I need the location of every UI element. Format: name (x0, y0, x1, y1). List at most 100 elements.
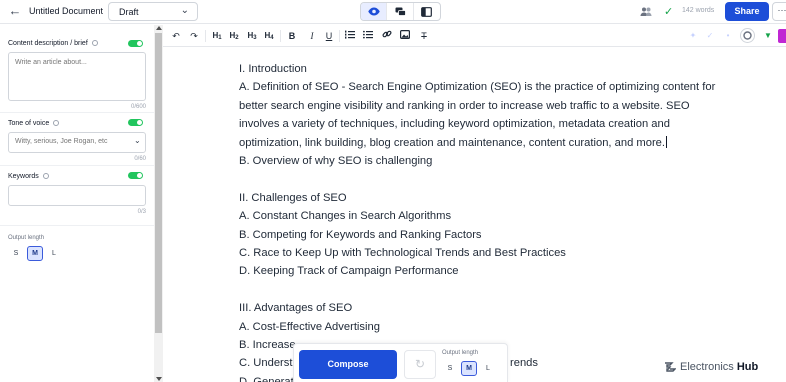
editor-line (239, 170, 719, 188)
text-cursor (666, 135, 668, 148)
tone-count: 0/60 (134, 156, 146, 162)
watermark-text: Electronics Hub (680, 361, 758, 373)
tone-input[interactable] (8, 132, 146, 153)
underline-button[interactable]: U (322, 29, 336, 43)
shield-icon[interactable]: ▼ (761, 29, 775, 43)
content-brief-input[interactable] (8, 52, 146, 101)
image-icon (400, 30, 411, 40)
link-icon (382, 30, 392, 38)
keywords-label: Keywords (8, 173, 49, 180)
grammar-icon (743, 31, 752, 40)
editor-line: A. Constant Changes in Search Algorithms (239, 210, 452, 223)
more-options-button[interactable]: ··· (772, 2, 786, 21)
dot-icon[interactable]: • (721, 29, 735, 43)
compose-panel: Compose ↻ Output length S M L (293, 343, 508, 382)
panel-scrollbar[interactable] (154, 25, 163, 382)
watermark: Electronics Hub (664, 359, 758, 375)
link-button[interactable] (380, 29, 394, 43)
tone-label-text: Tone of voice (8, 120, 50, 127)
watermark-brand-b: Hub (736, 361, 759, 373)
chevron-down-icon: ⌄ (180, 5, 189, 16)
editor-line: A. Cost-Effective Advertising (239, 320, 380, 333)
editor-content[interactable]: I. Introduction A. Definition of SEO - S… (239, 60, 719, 382)
heading-3-button[interactable]: H3 (245, 29, 259, 43)
toolbar-divider (205, 30, 206, 42)
redo-icon[interactable]: ↷ (187, 29, 201, 43)
document-title[interactable]: Untitled Document (29, 6, 103, 16)
editor-line: D. Keeping Track of Campaign Performance (239, 265, 459, 278)
italic-button[interactable]: I (305, 29, 319, 43)
heading-2-level: 2 (235, 35, 239, 41)
tone-label: Tone of voice (8, 120, 60, 127)
editor-line: II. Challenges of SEO (239, 191, 347, 204)
divider (0, 225, 154, 226)
top-bar: ← Untitled Document Draft ⌄ ✓ 142 words … (0, 0, 786, 24)
info-icon[interactable] (53, 120, 60, 126)
editor-line: C. Race to Keep Up with Technological Tr… (239, 246, 566, 259)
status-dropdown[interactable]: Draft ⌄ (108, 2, 198, 21)
content-brief-label: Content description / brief (8, 40, 98, 47)
editor-line: B. Competing for Keywords and Ranking Fa… (239, 228, 482, 241)
saved-check-icon: ✓ (664, 6, 674, 18)
clear-format-button[interactable]: T (417, 29, 431, 43)
eye-icon (367, 7, 380, 16)
ordered-list-icon (345, 30, 355, 39)
view-mode-chat[interactable] (387, 3, 414, 20)
heading-1-button[interactable]: H1 (210, 29, 224, 43)
editor-line: III. Advantages of SEO (239, 302, 353, 315)
compose-button[interactable]: Compose (299, 350, 397, 379)
editor-line-text: C. Underst (239, 357, 293, 370)
scroll-up-arrow-icon[interactable] (156, 26, 162, 30)
chevron-down-icon[interactable]: ⌄ (134, 136, 141, 145)
users-icon[interactable] (640, 6, 652, 18)
compose-length-option-l[interactable]: L (480, 361, 496, 376)
heading-2-button[interactable]: H2 (227, 29, 241, 43)
compose-length-option-m[interactable]: M (461, 361, 477, 376)
compose-length-option-s[interactable]: S (442, 361, 458, 376)
output-length-label: Output length (8, 235, 45, 241)
scroll-down-arrow-icon[interactable] (156, 377, 162, 381)
info-icon[interactable] (42, 173, 49, 179)
heading-1-level: 1 (218, 35, 222, 41)
watermark-brand-a: Electronics (680, 361, 734, 373)
view-mode-preview[interactable] (361, 3, 388, 20)
word-count: 142 words (682, 7, 715, 14)
chat-icon (395, 7, 406, 16)
keywords-toggle[interactable] (128, 172, 143, 179)
toolbar-divider (339, 30, 340, 42)
magic-wand-icon[interactable]: ✦ (686, 29, 700, 43)
scrollbar-thumb[interactable] (155, 33, 162, 333)
tone-toggle[interactable] (128, 119, 143, 126)
content-brief-toggle[interactable] (128, 40, 143, 47)
editor-line-tail: rends (510, 357, 538, 370)
bullet-list-button[interactable] (361, 29, 375, 43)
refresh-icon[interactable]: ↻ (404, 350, 436, 379)
divider (0, 165, 154, 166)
extension-icon[interactable] (778, 29, 786, 43)
editor-line: B. Overview of why SEO is challenging (239, 155, 433, 168)
undo-icon[interactable]: ↶ (169, 29, 183, 43)
ordered-list-button[interactable] (343, 29, 357, 43)
length-option-s[interactable]: S (8, 246, 24, 261)
image-button[interactable] (398, 29, 412, 43)
keywords-count: 0/3 (137, 209, 146, 215)
bold-button[interactable]: B (285, 29, 299, 43)
share-button[interactable]: Share (725, 2, 769, 21)
keywords-input[interactable] (8, 185, 146, 206)
editor-line: I. Introduction (239, 63, 307, 75)
editor-line-text: A. Definition of SEO - Search Engine Opt… (239, 81, 716, 149)
bullet-list-icon (363, 30, 373, 39)
check-icon[interactable]: ✓ (703, 29, 717, 43)
heading-4-button[interactable]: H4 (262, 29, 276, 43)
grammar-circle-icon[interactable] (740, 28, 755, 43)
toolbar-divider (280, 30, 281, 42)
back-arrow-icon[interactable]: ← (8, 4, 22, 18)
length-option-m[interactable]: M (27, 246, 43, 261)
output-length-selector: S M L (8, 246, 62, 261)
keywords-label-text: Keywords (8, 173, 39, 180)
content-brief-count: 0/600 (130, 104, 146, 110)
view-mode-split[interactable] (414, 3, 440, 20)
heading-4-level: 4 (270, 35, 274, 41)
length-option-l[interactable]: L (46, 246, 62, 261)
info-icon[interactable] (91, 40, 98, 46)
